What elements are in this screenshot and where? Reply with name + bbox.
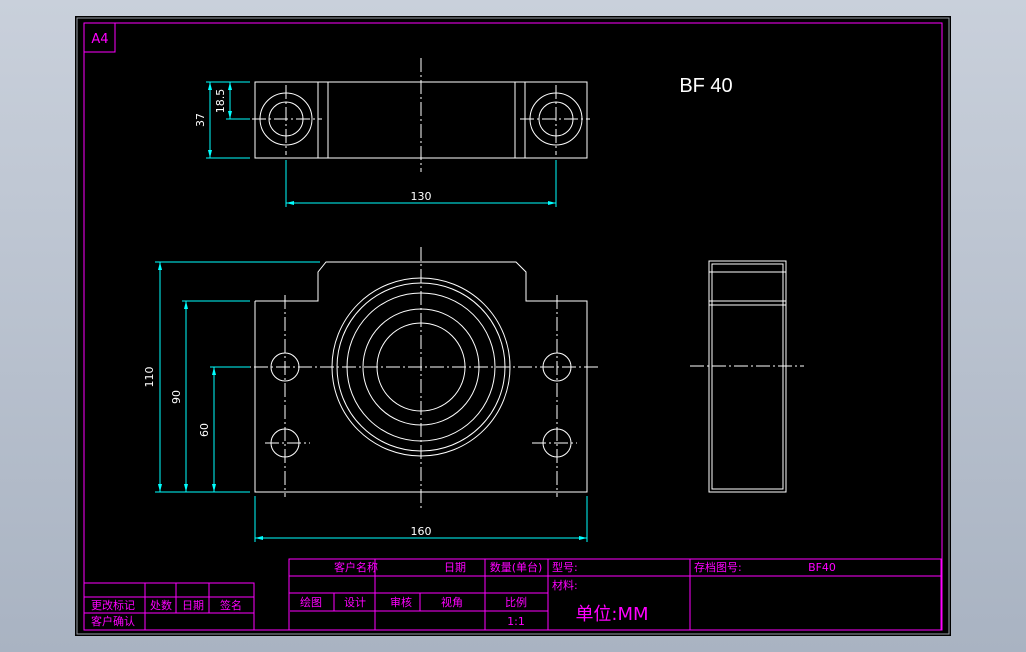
tb-drawn: 绘图 (300, 595, 322, 609)
tb-drawing-no-value: BF40 (808, 561, 836, 574)
rev-customer-confirm: 客户确认 (91, 614, 135, 628)
dim-height-top: 37 (194, 113, 207, 127)
dim-center-height: 90 (170, 390, 183, 404)
dim-overall-height: 110 (143, 367, 156, 388)
rev-change-mark: 更改标记 (91, 598, 135, 612)
cad-drawing: A4 BF 40 37 18.5 130 110 90 60 160 客户名称 … (75, 16, 951, 636)
tb-design: 设计 (344, 596, 366, 609)
tb-model-no: 型号: (552, 560, 578, 574)
dim-height-small: 18.5 (214, 89, 227, 114)
tb-quantity: 数量(单台) (490, 560, 543, 574)
tb-scale-value: 1:1 (507, 615, 525, 628)
tb-unit: 单位:MM (575, 604, 648, 625)
drawing-background (75, 16, 951, 636)
rev-date: 日期 (182, 599, 204, 612)
dim-base-height: 60 (198, 423, 211, 437)
dim-overall-width: 160 (411, 525, 432, 538)
dim-hole-spacing: 130 (411, 190, 432, 203)
rev-count: 处数 (150, 599, 172, 612)
tb-date: 日期 (444, 561, 466, 574)
tb-drawing-no-label: 存档图号: (694, 560, 742, 574)
rev-signature: 签名 (220, 598, 242, 612)
tb-scale-label: 比例 (505, 595, 527, 609)
part-title: BF 40 (679, 75, 732, 97)
size-label: A4 (91, 32, 108, 47)
tb-material: 材料: (552, 578, 578, 592)
tb-check: 审核 (390, 595, 412, 609)
tb-customer-name: 客户名称 (334, 560, 378, 574)
tb-view: 视角 (441, 595, 463, 609)
